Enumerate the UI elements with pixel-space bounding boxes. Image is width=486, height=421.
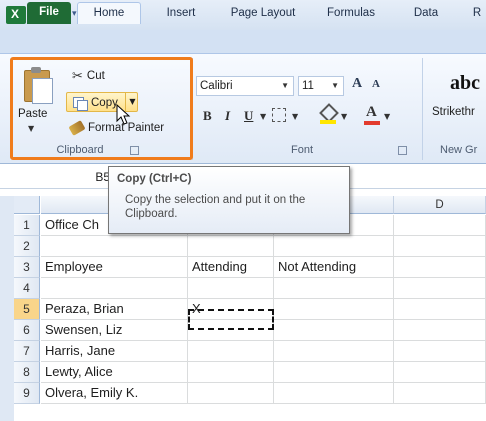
- cell-d9[interactable]: [394, 383, 486, 404]
- cell-a5[interactable]: Peraza, Brian: [41, 299, 188, 320]
- copy-label: Copy: [91, 97, 118, 109]
- copy-tooltip: Copy (Ctrl+C) Copy the selection and put…: [108, 166, 350, 234]
- cell-c6[interactable]: [274, 320, 394, 341]
- cell-d8[interactable]: [394, 362, 486, 383]
- window-edge: [0, 196, 14, 421]
- cell-b8[interactable]: [188, 362, 274, 383]
- row-header[interactable]: 7: [14, 341, 40, 362]
- row-header[interactable]: 9: [14, 383, 40, 404]
- cell-a2[interactable]: [41, 236, 188, 257]
- fill-color-dropdown-icon[interactable]: ▼: [341, 112, 347, 121]
- cell-b4[interactable]: [188, 278, 274, 299]
- font-color-icon[interactable]: A: [366, 104, 377, 121]
- row-header[interactable]: 2: [14, 236, 40, 257]
- tooltip-body: Copy the selection and put it on the Cli…: [125, 194, 306, 220]
- cell-c9[interactable]: [274, 383, 394, 404]
- strikethrough-label[interactable]: Strikethr: [432, 106, 475, 118]
- row-header[interactable]: 6: [14, 320, 40, 341]
- fill-color-icon[interactable]: [319, 103, 339, 124]
- font-dialog-launcher-icon[interactable]: [398, 146, 407, 155]
- bold-icon[interactable]: B: [203, 108, 212, 124]
- cell-a9[interactable]: Olvera, Emily K.: [41, 383, 188, 404]
- copy-marquee: [188, 309, 274, 330]
- cell-d3[interactable]: [394, 257, 486, 278]
- font-name-box[interactable]: Calibri ▼: [196, 76, 294, 96]
- undo-dropdown-icon[interactable]: ▾: [72, 9, 77, 19]
- tab-review[interactable]: R: [468, 3, 486, 24]
- font-size-dropdown-icon[interactable]: ▼: [331, 77, 339, 95]
- paste-icon[interactable]: [20, 66, 54, 104]
- font-name-value: Calibri: [200, 80, 233, 92]
- cell-c2[interactable]: [274, 236, 394, 257]
- tab-file[interactable]: File: [27, 2, 71, 24]
- cell-b9[interactable]: [188, 383, 274, 404]
- copy-icon: [73, 96, 88, 111]
- tab-formulas[interactable]: Formulas: [320, 3, 382, 24]
- name-box[interactable]: B5: [8, 167, 118, 187]
- select-all-corner[interactable]: [14, 196, 40, 214]
- cell-d2[interactable]: [394, 236, 486, 257]
- tab-data[interactable]: Data: [406, 3, 446, 24]
- row-header[interactable]: 3: [14, 257, 40, 278]
- cell-c3[interactable]: Not Attending: [274, 257, 394, 278]
- borders-dropdown-icon[interactable]: ▼: [292, 112, 298, 121]
- cell-a7[interactable]: Harris, Jane: [41, 341, 188, 362]
- ribbon-tab-bar: [0, 30, 486, 54]
- font-color-swatch: [364, 121, 380, 125]
- row-header[interactable]: 8: [14, 362, 40, 383]
- cut-label: Cut: [86, 70, 105, 83]
- tab-home[interactable]: Home: [77, 2, 141, 24]
- cell-b7[interactable]: [188, 341, 274, 362]
- shrink-font-icon[interactable]: A: [372, 78, 380, 90]
- row-header[interactable]: 5: [14, 299, 40, 320]
- scissors-icon: ✂: [72, 68, 83, 83]
- cell-d4[interactable]: [394, 278, 486, 299]
- tab-page-layout[interactable]: Page Layout: [222, 3, 304, 24]
- cell-d7[interactable]: [394, 341, 486, 362]
- paste-button-label[interactable]: Paste: [18, 108, 47, 120]
- cell-style-sample[interactable]: abc: [450, 72, 480, 95]
- clipboard-group-label: Clipboard: [56, 144, 104, 156]
- clipboard-dialog-launcher-icon[interactable]: [130, 146, 139, 155]
- new-group-label: New Gr: [440, 144, 478, 156]
- cut-button[interactable]: ✂ Cut: [72, 66, 132, 86]
- cell-d5[interactable]: [394, 299, 486, 320]
- cell-a4[interactable]: [41, 278, 188, 299]
- tooltip-title: Copy (Ctrl+C): [117, 173, 192, 185]
- paste-dropdown-icon[interactable]: ▼: [28, 124, 34, 133]
- grow-font-icon[interactable]: A: [352, 76, 362, 92]
- row-header[interactable]: 4: [14, 278, 40, 299]
- excel-app-icon[interactable]: X: [6, 6, 26, 24]
- column-header-d[interactable]: D: [394, 196, 486, 214]
- cell-a6[interactable]: Swensen, Liz: [41, 320, 188, 341]
- paintbrush-icon: [68, 120, 86, 136]
- cell-c4[interactable]: [274, 278, 394, 299]
- tab-insert[interactable]: Insert: [158, 3, 204, 24]
- underline-icon[interactable]: U: [244, 108, 253, 124]
- font-size-box[interactable]: 11 ▼: [298, 76, 344, 96]
- cell-a8[interactable]: Lewty, Alice: [41, 362, 188, 383]
- borders-icon[interactable]: [272, 108, 286, 122]
- font-group-label: Font: [290, 144, 313, 156]
- mouse-pointer-icon: [116, 104, 131, 125]
- cell-d6[interactable]: [394, 320, 486, 341]
- cell-a3[interactable]: Employee: [41, 257, 188, 278]
- cell-b3[interactable]: Attending: [188, 257, 274, 278]
- cell-c7[interactable]: [274, 341, 394, 362]
- row-header[interactable]: 1: [14, 215, 40, 236]
- cell-b2[interactable]: [188, 236, 274, 257]
- cell-d1[interactable]: [394, 215, 486, 236]
- underline-dropdown-icon[interactable]: ▼: [260, 112, 266, 121]
- group-separator: [422, 58, 423, 160]
- cell-c5[interactable]: [274, 299, 394, 320]
- font-name-dropdown-icon[interactable]: ▼: [281, 77, 289, 95]
- italic-icon[interactable]: I: [225, 108, 230, 124]
- font-size-value: 11: [302, 80, 314, 92]
- cell-c8[interactable]: [274, 362, 394, 383]
- font-color-dropdown-icon[interactable]: ▼: [384, 112, 390, 121]
